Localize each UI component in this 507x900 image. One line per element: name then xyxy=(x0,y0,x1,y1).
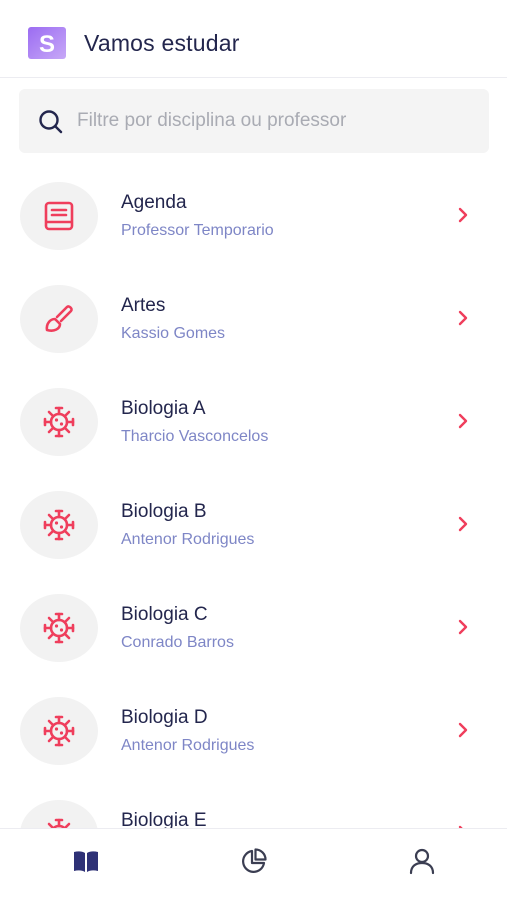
teacher-name: Conrado Barros xyxy=(121,634,234,651)
book-icon xyxy=(44,201,74,231)
subject-title: Biologia D xyxy=(121,707,208,728)
app-header: S Vamos estudar xyxy=(0,0,507,78)
subject-title: Artes xyxy=(121,295,166,316)
chevron-right-icon xyxy=(458,207,468,223)
subject-title: Biologia A xyxy=(121,398,206,419)
chevron-right-icon xyxy=(458,413,468,429)
bottom-nav xyxy=(0,828,507,900)
virus-icon xyxy=(43,406,75,438)
subject-icon-circle xyxy=(20,285,98,353)
list-item-biologia-b[interactable]: Biologia B Antenor Rodrigues xyxy=(0,473,507,576)
list-item-biologia-d[interactable]: Biologia D Antenor Rodrigues xyxy=(0,679,507,782)
list-item-agenda[interactable]: Agenda Professor Temporario xyxy=(0,164,507,267)
app-screen: S Vamos estudar Agenda Professor Tempora… xyxy=(0,0,507,900)
paintbrush-icon xyxy=(45,305,73,332)
page-title: Vamos estudar xyxy=(84,30,240,56)
list-item-biologia-c[interactable]: Biologia C Conrado Barros xyxy=(0,576,507,679)
search-input[interactable] xyxy=(77,89,477,153)
chevron-right-icon xyxy=(458,310,468,326)
nav-study-button[interactable] xyxy=(66,843,106,879)
subject-title: Biologia B xyxy=(121,501,207,522)
chevron-right-icon xyxy=(458,722,468,738)
logo-letter: S xyxy=(39,31,55,58)
nav-performance-button[interactable] xyxy=(234,843,274,879)
teacher-name: Antenor Rodrigues xyxy=(121,737,255,754)
app-logo: S xyxy=(28,27,66,59)
subject-icon-circle xyxy=(20,388,98,456)
list-item-artes[interactable]: Artes Kassio Gomes xyxy=(0,267,507,370)
subject-title: Biologia C xyxy=(121,604,208,625)
pie-chart-icon xyxy=(242,848,267,873)
virus-icon xyxy=(43,509,75,541)
search-icon xyxy=(39,110,63,134)
subject-title: Agenda xyxy=(121,192,187,213)
subject-icon-circle xyxy=(20,697,98,765)
virus-icon xyxy=(43,612,75,644)
chevron-right-icon xyxy=(458,516,468,532)
profile-icon xyxy=(409,848,435,875)
subject-icon-circle xyxy=(20,594,98,662)
subject-icon-circle xyxy=(20,182,98,250)
subject-list: Agenda Professor Temporario Artes Kassio… xyxy=(0,164,507,885)
chevron-right-icon xyxy=(458,619,468,635)
teacher-name: Tharcio Vasconcelos xyxy=(121,428,269,445)
open-book-icon xyxy=(74,851,98,872)
search-bar[interactable] xyxy=(19,89,489,153)
teacher-name: Kassio Gomes xyxy=(121,325,226,342)
subject-icon-circle xyxy=(20,491,98,559)
list-item-biologia-a[interactable]: Biologia A Tharcio Vasconcelos xyxy=(0,370,507,473)
virus-icon xyxy=(43,715,75,747)
nav-profile-button[interactable] xyxy=(402,843,442,879)
teacher-name: Professor Temporario xyxy=(121,222,274,239)
teacher-name: Antenor Rodrigues xyxy=(121,531,255,548)
